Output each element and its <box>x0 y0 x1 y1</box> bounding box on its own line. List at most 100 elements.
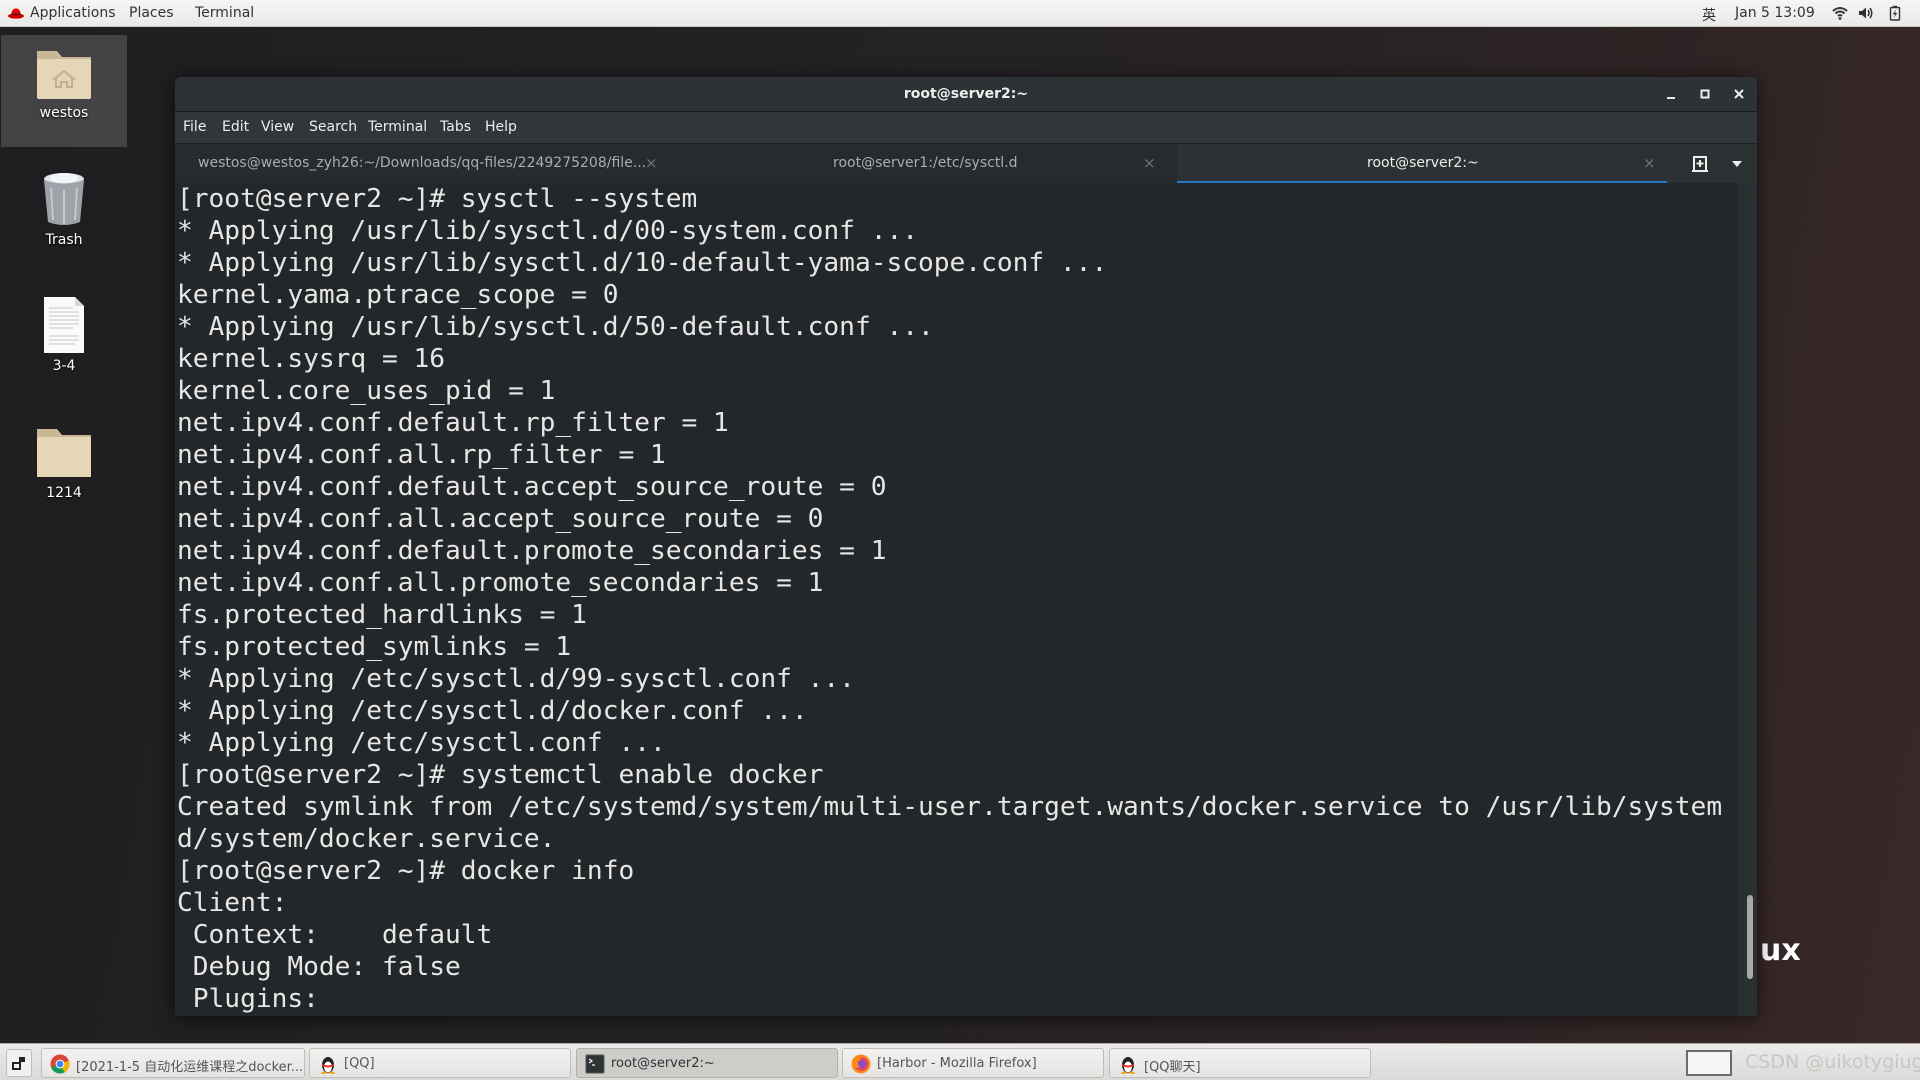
maximize-icon <box>1700 89 1710 99</box>
window-titlebar[interactable]: root@server2:~ <box>175 77 1757 112</box>
terminal-line: * Applying /usr/lib/sysctl.d/10-default-… <box>177 248 1108 278</box>
terminal-app-menu[interactable]: Terminal <box>195 5 254 21</box>
tab-server2-home[interactable]: root@server2:~ × <box>1177 144 1667 184</box>
desktop-icon-label: 3-4 <box>52 358 76 374</box>
terminal-line: fs.protected_symlinks = 1 <box>177 632 572 662</box>
terminal-line: kernel.yama.ptrace_scope = 0 <box>177 280 619 310</box>
terminal-line: net.ipv4.conf.all.promote_secondaries = … <box>177 568 824 598</box>
tab-tools <box>1667 144 1757 184</box>
desktop-icon-label: Trash <box>45 232 83 248</box>
terminal-line: Context: default <box>177 920 493 950</box>
terminal-line: net.ipv4.conf.default.rp_filter = 1 <box>177 408 729 438</box>
redhat-logo-icon <box>8 8 24 19</box>
terminal-line: fs.protected_hardlinks = 1 <box>177 600 587 630</box>
workspace-switcher[interactable] <box>1686 1050 1732 1076</box>
tab-westos-downloads[interactable]: westos@westos_zyh26:~/Downloads/qq-files… <box>175 144 669 184</box>
tab-close-button[interactable]: × <box>1643 154 1656 172</box>
terminal-line: Plugins: <box>177 984 319 1014</box>
menu-search[interactable]: Search <box>309 119 357 135</box>
trash-icon <box>44 173 84 225</box>
taskbar-item-chrome[interactable]: [2021-1-5 自动化运维课程之docker... <box>41 1048 305 1078</box>
text-document-icon <box>44 297 84 353</box>
places-menu[interactable]: Places <box>129 5 174 21</box>
tab-server1-sysctl[interactable]: root@server1:/etc/sysctl.d × <box>669 144 1172 184</box>
terminal-line: Debug Mode: false <box>177 952 461 982</box>
clock[interactable]: Jan 5 13:09 <box>1735 5 1815 21</box>
menu-view[interactable]: View <box>261 119 294 135</box>
minimize-button[interactable] <box>1662 85 1680 103</box>
taskbar-item-label: [Harbor - Mozilla Firefox] <box>877 1056 1037 1071</box>
terminal-icon <box>585 1054 605 1074</box>
menu-bar: File Edit View Search Terminal Tabs Help <box>175 112 1757 143</box>
terminal-line: kernel.core_uses_pid = 1 <box>177 376 556 406</box>
terminal-line: * Applying /usr/lib/sysctl.d/50-default.… <box>177 312 934 342</box>
close-icon <box>1734 89 1744 99</box>
terminal-line: Created symlink from /etc/systemd/system… <box>177 792 1723 822</box>
terminal-line: [root@server2 ~]# sysctl --system <box>177 184 698 214</box>
input-method-indicator[interactable]: 英 <box>1702 5 1716 25</box>
terminal-line: net.ipv4.conf.all.accept_source_route = … <box>177 504 824 534</box>
taskbar-item-qq-chat[interactable]: [QQ聊天] <box>1109 1048 1371 1078</box>
menu-help[interactable]: Help <box>485 119 517 135</box>
terminal-line: * Applying /etc/sysctl.d/docker.conf ... <box>177 696 808 726</box>
window-title: root@server2:~ <box>903 86 1029 102</box>
terminal-line: * Applying /etc/sysctl.d/99-sysctl.conf … <box>177 664 855 694</box>
terminal-line: net.ipv4.conf.all.rp_filter = 1 <box>177 440 666 470</box>
terminal-output[interactable]: [root@server2 ~]# sysctl --system * Apply… <box>175 183 1738 1016</box>
tab-list-dropdown-icon[interactable] <box>1731 160 1743 168</box>
taskbar-item-firefox[interactable]: [Harbor - Mozilla Firefox] <box>842 1048 1104 1078</box>
menu-terminal[interactable]: Terminal <box>368 119 427 135</box>
minimize-icon <box>1667 97 1675 99</box>
tab-close-button[interactable]: × <box>645 154 658 172</box>
terminal-line: Client: <box>177 888 288 918</box>
volume-icon[interactable] <box>1858 5 1874 21</box>
terminal-line: d/system/docker.service. <box>177 824 556 854</box>
terminal-line: * Applying /etc/sysctl.conf ... <box>177 728 666 758</box>
qq-penguin-icon <box>321 1057 335 1074</box>
terminal-line: [root@server2 ~]# docker info <box>177 856 635 886</box>
scrollbar-track[interactable] <box>1738 183 1757 1016</box>
taskbar-item-terminal[interactable]: root@server2:~ <box>576 1048 838 1078</box>
taskbar-item-label: [QQ] <box>344 1056 375 1071</box>
menu-file[interactable]: File <box>183 119 206 135</box>
show-desktop-button[interactable] <box>6 1049 32 1077</box>
desktop-icon-label: westos <box>39 105 89 121</box>
desktop-icon-westos[interactable]: westos <box>1 35 127 147</box>
chrome-icon <box>50 1054 70 1074</box>
desktop-icon-1214[interactable]: 1214 <box>1 425 127 505</box>
firefox-icon <box>851 1054 871 1074</box>
tab-bar: westos@westos_zyh26:~/Downloads/qq-files… <box>175 143 1757 184</box>
terminal-line: [root@server2 ~]# systemctl enable docke… <box>177 760 824 790</box>
terminal-window[interactable]: root@server2:~ File Edit View Search Ter… <box>175 77 1757 1016</box>
menu-edit[interactable]: Edit <box>222 119 249 135</box>
qq-penguin-icon <box>1121 1057 1135 1074</box>
tab-close-button[interactable]: × <box>1143 154 1156 172</box>
desktop-background-text: ux <box>1760 933 1801 968</box>
top-bar: Applications Places Terminal 英 Jan 5 13:… <box>0 0 1920 27</box>
taskbar-item-qq[interactable]: [QQ] <box>309 1048 571 1078</box>
maximize-button[interactable] <box>1696 85 1714 103</box>
terminal-line: net.ipv4.conf.default.promote_secondarie… <box>177 536 887 566</box>
taskbar-item-label: [QQ聊天] <box>1144 1060 1201 1075</box>
desktop-icon-label: 1214 <box>46 485 82 501</box>
csdn-watermark: CSDN @uikotygiug <box>1745 1051 1920 1073</box>
terminal-line: * Applying /usr/lib/sysctl.d/00-system.c… <box>177 216 919 246</box>
terminal-line: kernel.sysrq = 16 <box>177 344 446 374</box>
wifi-icon[interactable] <box>1832 5 1848 21</box>
applications-menu[interactable]: Applications <box>30 5 116 21</box>
taskbar: [2021-1-5 自动化运维课程之docker... [QQ] root@se… <box>0 1043 1920 1080</box>
battery-icon[interactable] <box>1887 5 1903 21</box>
folder-icon <box>37 429 91 477</box>
menu-tabs[interactable]: Tabs <box>440 119 471 135</box>
desktop-icon-3-4[interactable]: 3-4 <box>1 296 127 376</box>
close-window-button[interactable] <box>1730 85 1748 103</box>
show-desktop-icon <box>12 1057 25 1070</box>
tab-label: westos@westos_zyh26:~/Downloads/qq-files… <box>198 155 647 171</box>
scrollbar-thumb[interactable] <box>1747 895 1753 979</box>
tab-label: root@server1:/etc/sysctl.d <box>833 155 1018 171</box>
terminal-line: net.ipv4.conf.default.accept_source_rout… <box>177 472 887 502</box>
new-tab-icon[interactable] <box>1691 155 1709 173</box>
tab-label: root@server2:~ <box>1367 155 1479 171</box>
taskbar-item-label: [2021-1-5 自动化运维课程之docker... <box>76 1060 304 1075</box>
desktop-icon-trash[interactable]: Trash <box>1 170 127 255</box>
